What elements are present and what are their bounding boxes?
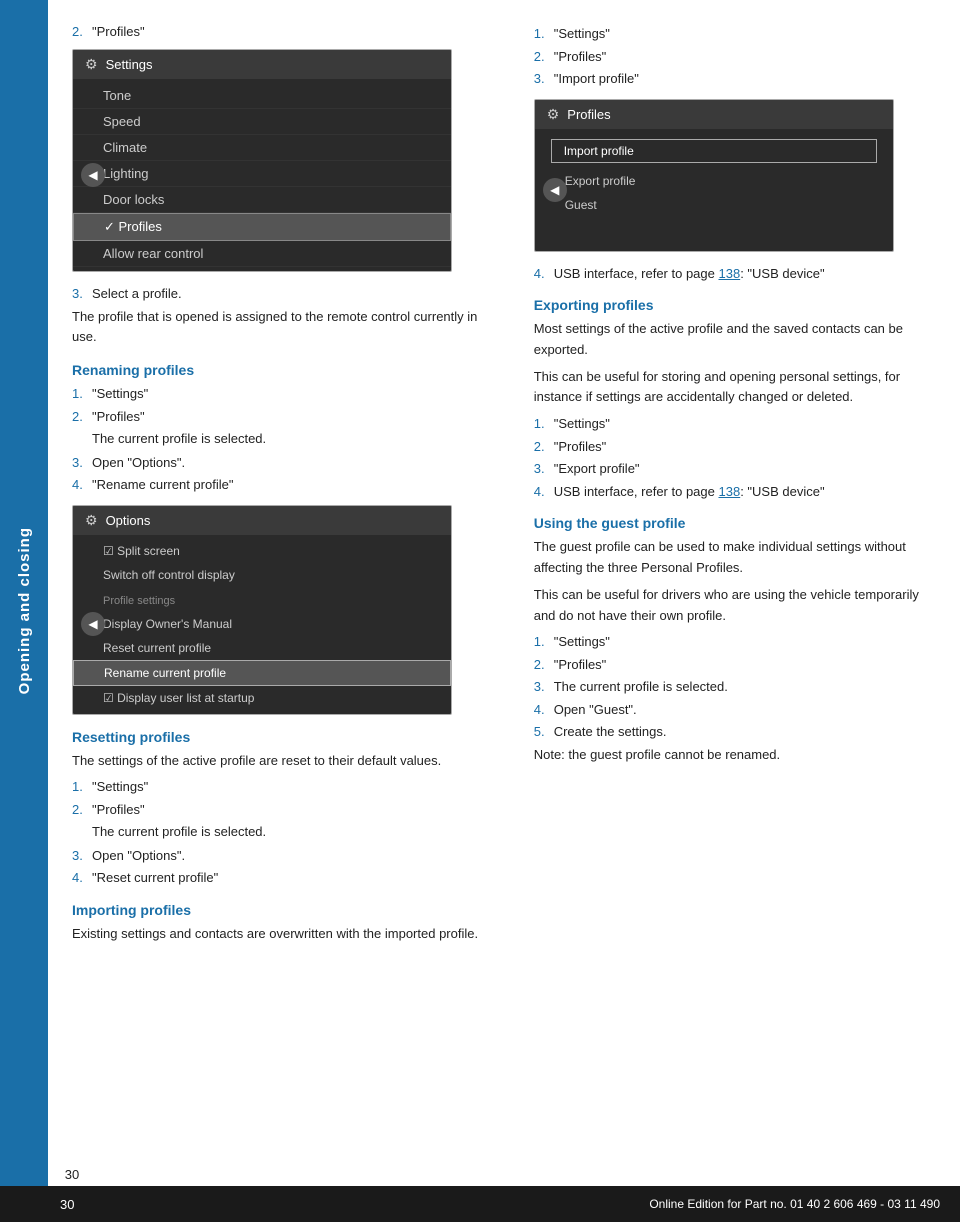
sidebar: Opening and closing [0, 0, 48, 1222]
menu-profiles-selected: Profiles [73, 213, 451, 241]
export-step-2: 2. "Profiles" [534, 437, 936, 457]
exporting-para1: Most settings of the active profile and … [534, 319, 936, 361]
guest-para1: The guest profile can be used to make in… [534, 537, 936, 579]
import-icon: ⚙ [547, 106, 560, 123]
reset-sub2: The current profile is selected. [92, 822, 504, 842]
r-step4-text: "Rename current profile" [92, 475, 233, 495]
export-step-3: 3. "Export profile" [534, 459, 936, 479]
menu-lighting: Lighting [73, 161, 451, 187]
guest-step-4: 4. Open "Guest". [534, 700, 936, 720]
exporting-heading: Exporting profiles [534, 297, 936, 313]
import-step-4: 4. USB interface, refer to page 138: "US… [534, 264, 936, 284]
export-step4-end: : "USB device" [740, 484, 824, 499]
r-step3-text: Open "Options". [92, 453, 185, 473]
guest-step-5: 5. Create the settings. [534, 722, 936, 742]
options-screenshot: ⚙ Options ◀ Split screen Switch off cont… [72, 505, 452, 715]
footer-text: Online Edition for Part no. 01 40 2 606 … [649, 1197, 940, 1211]
reset-step-3: 3. Open "Options". [72, 846, 504, 866]
settings-body: ◀ Tone Speed Climate Lighting Door locks… [73, 79, 451, 271]
footer-page: 30 [60, 1197, 74, 1212]
reset-step-4: 4. "Reset current profile" [72, 868, 504, 888]
options-title: Options [106, 513, 151, 528]
settings-gear-icon: ⚙ [85, 56, 98, 73]
settings-header: ⚙ Settings [73, 50, 451, 79]
para-profile-assigned: The profile that is opened is assigned t… [72, 307, 504, 349]
menu-doorlocks: Door locks [73, 187, 451, 213]
opt-profile-settings-label: Profile settings [73, 587, 451, 612]
export-profile-item: Export profile [535, 169, 893, 193]
options-nav-button: ◀ [81, 612, 105, 636]
menu-tone: Tone [73, 83, 451, 109]
renaming-step-4: 4. "Rename current profile" [72, 475, 504, 495]
r-step4-num: 4. [72, 475, 88, 495]
opt-display-manual: Display Owner's Manual [73, 612, 451, 636]
r-step2-num: 2. [72, 407, 88, 427]
guest-note: Note: the guest profile cannot be rename… [534, 745, 936, 766]
importing-para: Existing settings and contacts are overw… [72, 924, 504, 945]
step-2-profiles: 2. "Profiles" [72, 24, 504, 39]
opt-reset-profile: Reset current profile [73, 636, 451, 660]
guest-item: Guest [535, 193, 893, 217]
resetting-heading: Resetting profiles [72, 729, 504, 745]
step-3-num: 3. [72, 284, 88, 304]
renaming-step-1: 1. "Settings" [72, 384, 504, 404]
renaming-sub2: The current profile is selected. [92, 429, 504, 449]
export-step-1: 1. "Settings" [534, 414, 936, 434]
footer: 30 Online Edition for Part no. 01 40 2 6… [0, 1186, 960, 1222]
import-header: ⚙ Profiles [535, 100, 893, 129]
r-step1-text: "Settings" [92, 384, 148, 404]
r-step2-text: "Profiles" [92, 407, 145, 427]
exporting-para2: This can be useful for storing and openi… [534, 367, 936, 409]
renaming-heading: Renaming profiles [72, 362, 504, 378]
reset-step-1: 1. "Settings" [72, 777, 504, 797]
renaming-step-2: 2. "Profiles" [72, 407, 504, 427]
opt-switch-off: Switch off control display [73, 563, 451, 587]
menu-climate: Climate [73, 135, 451, 161]
import-title: Profiles [567, 107, 610, 122]
r-step1-num: 1. [72, 384, 88, 404]
settings-screenshot: ⚙ Settings ◀ Tone Speed Climate Lighting… [72, 49, 452, 272]
guest-step-3: 3. The current profile is selected. [534, 677, 936, 697]
import-profile-item: Import profile [551, 139, 877, 163]
guest-para2: This can be useful for drivers who are u… [534, 585, 936, 627]
import-body: ◀ Import profile Export profile Guest [535, 129, 893, 251]
settings-title: Settings [106, 57, 153, 72]
step-2-text: "Profiles" [92, 24, 145, 39]
import-nav-button: ◀ [543, 178, 567, 202]
opt-split-screen: Split screen [73, 539, 451, 563]
resetting-para: The settings of the active profile are r… [72, 751, 504, 772]
importing-heading: Importing profiles [72, 902, 504, 918]
export-step-4: 4. USB interface, refer to page 138: "US… [534, 482, 936, 502]
step-3: 3. Select a profile. [72, 284, 504, 304]
r-step3-num: 3. [72, 453, 88, 473]
guest-profile-heading: Using the guest profile [534, 515, 936, 531]
export-page-link: 138 [718, 484, 740, 499]
import-step-3: 3. "Import profile" [534, 69, 936, 89]
options-header: ⚙ Options [73, 506, 451, 535]
import-screenshot: ⚙ Profiles ◀ Import profile Export profi… [534, 99, 894, 252]
guest-step-1: 1. "Settings" [534, 632, 936, 652]
import-step-1: 1. "Settings" [534, 24, 936, 44]
right-column: 1. "Settings" 2. "Profiles" 3. "Import p… [524, 24, 936, 951]
opt-rename-profile: Rename current profile [73, 660, 451, 686]
import-step-2: 2. "Profiles" [534, 47, 936, 67]
menu-speed: Speed [73, 109, 451, 135]
options-gear-icon: ⚙ [85, 512, 98, 529]
nav-left-button: ◀ [81, 163, 105, 187]
opt-display-userlist: Display user list at startup [73, 686, 451, 710]
renaming-step-3: 3. Open "Options". [72, 453, 504, 473]
import-step4-end: : "USB device" [740, 266, 824, 281]
options-body: ◀ Split screen Switch off control displa… [73, 535, 451, 714]
page-number: 30 [48, 1163, 96, 1186]
menu-allow-rear: Allow rear control [73, 241, 451, 267]
sidebar-label: Opening and closing [16, 527, 33, 694]
import-page-link: 138 [718, 266, 740, 281]
step-3-text: Select a profile. [92, 284, 182, 304]
step-2-num: 2. [72, 24, 88, 39]
reset-step-2: 2. "Profiles" [72, 800, 504, 820]
guest-step-2: 2. "Profiles" [534, 655, 936, 675]
left-column: 2. "Profiles" ⚙ Settings ◀ Tone Speed Cl… [72, 24, 524, 951]
